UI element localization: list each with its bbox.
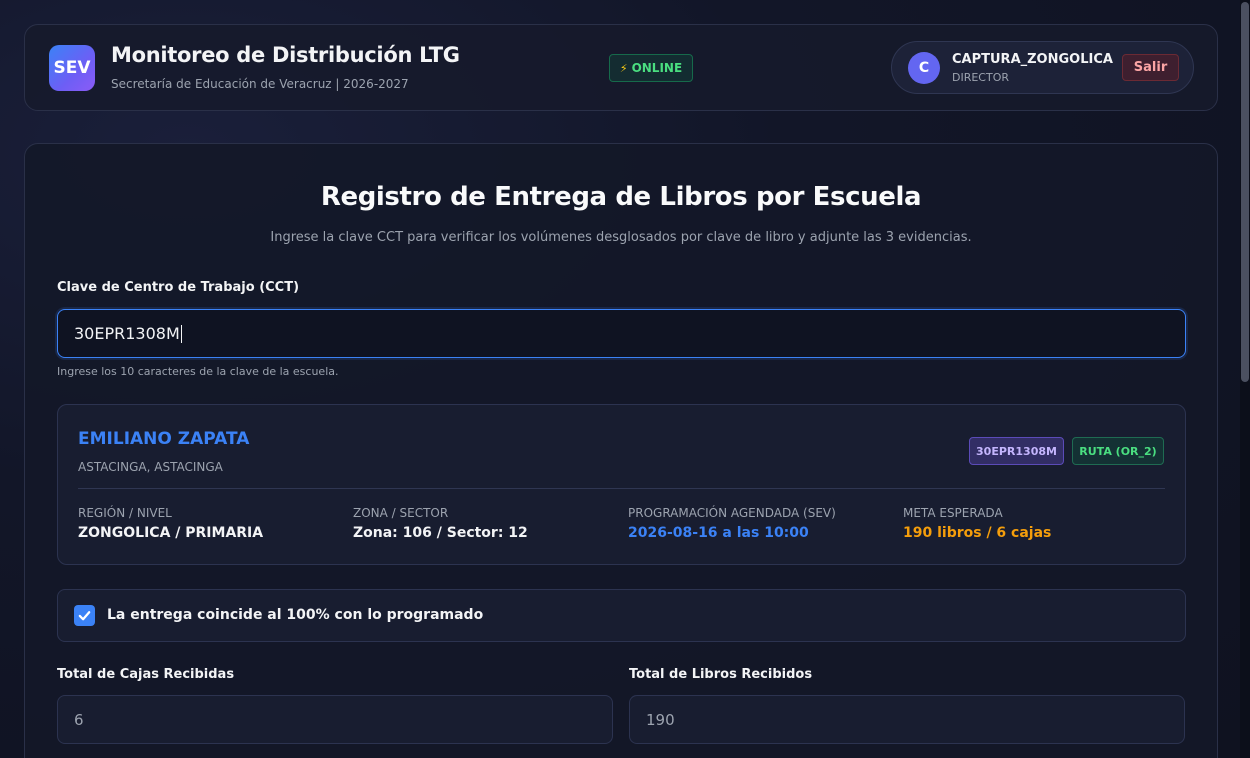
- boxes-label: Total de Cajas Recibidas: [57, 667, 235, 682]
- online-status-badge: ⚡ ONLINE: [609, 54, 693, 82]
- boxes-input[interactable]: 6: [57, 695, 613, 744]
- cct-input[interactable]: 30EPR1308M: [57, 309, 1186, 358]
- user-role: DIRECTOR: [952, 71, 1010, 84]
- page-subtitle: Ingrese la clave CCT para verificar los …: [270, 230, 972, 245]
- app-subtitle: Secretaría de Educación de Veracruz | 20…: [111, 77, 409, 91]
- scrollbar-thumb[interactable]: [1241, 2, 1249, 382]
- books-input[interactable]: 190: [629, 695, 1185, 744]
- delivery-form-card: Registro de Entrega de Libros por Escuel…: [24, 143, 1218, 758]
- delivery-match-label: La entrega coincide al 100% con lo progr…: [107, 607, 484, 623]
- schedule-label: PROGRAMACIÓN AGENDADA (SEV): [628, 506, 836, 520]
- goal-value: 190 libros / 6 cajas: [903, 525, 1052, 541]
- region-value: ZONGOLICA / PRIMARIA: [78, 525, 264, 541]
- delivery-match-row[interactable]: La entrega coincide al 100% con lo progr…: [57, 589, 1186, 642]
- books-input-value: 190: [646, 710, 675, 729]
- books-label: Total de Libros Recibidos: [629, 667, 813, 682]
- divider: [78, 488, 1165, 489]
- sev-logo: SEV: [49, 45, 95, 91]
- logout-button[interactable]: Salir: [1122, 54, 1179, 81]
- route-badge: RUTA (OR_2): [1072, 437, 1164, 465]
- scrollbar[interactable]: [1240, 0, 1250, 758]
- text-caret: [180, 324, 182, 343]
- user-name: CAPTURA_ZONGOLICA: [952, 52, 1113, 67]
- avatar: C: [908, 52, 940, 84]
- delivery-match-checkbox[interactable]: [74, 605, 95, 626]
- school-info-panel: EMILIANO ZAPATA ASTACINGA, ASTACINGA 30E…: [57, 404, 1186, 565]
- region-label: REGIÓN / NIVEL: [78, 506, 172, 520]
- page-title: Registro de Entrega de Libros por Escuel…: [320, 182, 922, 212]
- app-title: Monitoreo de Distribución LTG: [111, 43, 460, 67]
- top-header: SEV Monitoreo de Distribución LTG Secret…: [24, 24, 1218, 111]
- boxes-input-value: 6: [74, 710, 84, 729]
- user-menu: C CAPTURA_ZONGOLICA DIRECTOR Salir: [891, 41, 1194, 94]
- goal-label: META ESPERADA: [903, 506, 1003, 520]
- zone-label: ZONA / SECTOR: [353, 506, 449, 520]
- school-name: EMILIANO ZAPATA: [78, 429, 250, 449]
- cct-hint: Ingrese los 10 caracteres de la clave de…: [57, 365, 339, 378]
- lightning-bolt-icon: ⚡: [619, 61, 628, 75]
- checkmark-icon: [78, 611, 91, 621]
- online-status-text: ONLINE: [631, 61, 683, 75]
- cct-badge: 30EPR1308M: [969, 437, 1064, 465]
- schedule-value: 2026-08-16 a las 10:00: [628, 525, 809, 541]
- zone-value: Zona: 106 / Sector: 12: [353, 525, 528, 541]
- school-location: ASTACINGA, ASTACINGA: [78, 460, 223, 474]
- cct-label: Clave de Centro de Trabajo (CCT): [57, 280, 300, 295]
- cct-input-value: 30EPR1308M: [74, 324, 180, 343]
